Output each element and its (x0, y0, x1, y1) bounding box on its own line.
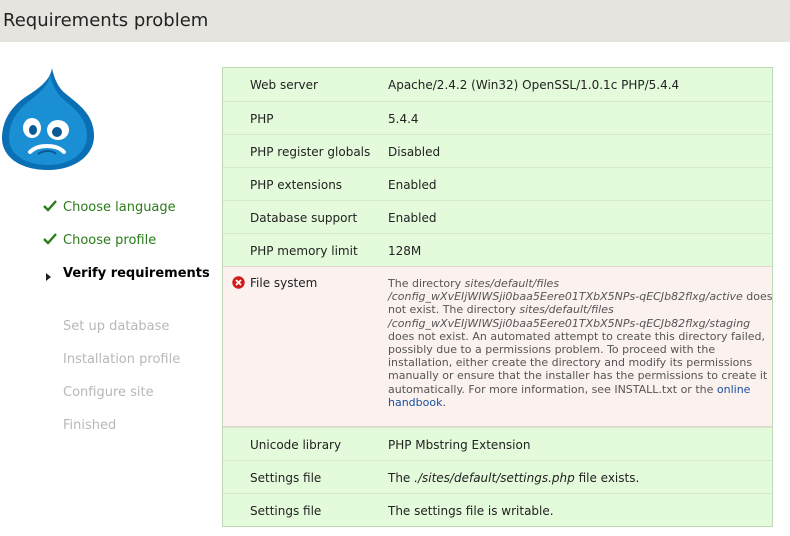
step-set-up-database: Set up database (42, 317, 212, 350)
requirements-table: Web server Apache/2.4.2 (Win32) OpenSSL/… (222, 67, 773, 527)
row-label: Settings file (250, 471, 322, 485)
step-installation-profile: Installation profile (42, 350, 212, 383)
settings-path: ./sites/default/settings.php (414, 471, 575, 485)
row-label: Unicode library (250, 438, 342, 452)
table-row: PHP extensions Enabled (223, 167, 772, 200)
install-steps: Choose language Choose profile Verify re… (42, 198, 212, 449)
step-configure-site: Configure site (42, 383, 212, 416)
error-message: The directory sites/default/files /confi… (388, 277, 773, 409)
check-icon (43, 233, 57, 245)
table-row: Database support Enabled (223, 200, 772, 233)
arrow-icon (46, 273, 51, 281)
row-value: PHP Mbstring Extension (388, 438, 531, 452)
row-value: The ./sites/default/settings.php file ex… (388, 471, 640, 485)
step-label: Set up database (63, 319, 170, 334)
step-choose-language: Choose language (42, 198, 212, 231)
table-row: PHP memory limit 128M (223, 233, 772, 266)
row-label: PHP extensions (250, 178, 343, 192)
table-row: Settings file The ./sites/default/settin… (223, 460, 772, 493)
step-label: Choose profile (63, 233, 157, 248)
row-value: Enabled (388, 211, 437, 225)
step-label: Installation profile (63, 352, 181, 367)
error-icon (232, 276, 245, 289)
step-verify-requirements: Verify requirements (42, 264, 212, 317)
table-row: PHP 5.4.4 (223, 101, 772, 134)
row-label: Database support (250, 211, 358, 225)
step-label: Finished (63, 418, 117, 433)
row-value: Apache/2.4.2 (Win32) OpenSSL/1.0.1c PHP/… (388, 78, 680, 92)
step-label: Configure site (63, 385, 154, 400)
row-value: The settings file is writable. (388, 504, 554, 518)
table-row: Web server Apache/2.4.2 (Win32) OpenSSL/… (223, 68, 772, 101)
row-label: PHP memory limit (250, 244, 358, 258)
table-row: Unicode library PHP Mbstring Extension (223, 427, 772, 460)
step-label: Verify requirements (63, 266, 210, 281)
drupal-logo (2, 68, 94, 170)
page-title: Requirements problem (3, 10, 209, 31)
step-choose-profile: Choose profile (42, 231, 212, 264)
row-value: Enabled (388, 178, 437, 192)
row-label: Web server (250, 78, 318, 92)
row-label: PHP register globals (250, 145, 371, 159)
row-label: Settings file (250, 504, 322, 518)
check-icon (43, 200, 57, 212)
table-row: PHP register globals Disabled (223, 134, 772, 167)
row-label: PHP (250, 112, 274, 126)
row-value: Disabled (388, 145, 441, 159)
row-value: 5.4.4 (388, 112, 419, 126)
row-label: File system (250, 276, 318, 290)
row-value: 128M (388, 244, 422, 258)
step-finished: Finished (42, 416, 212, 449)
table-row: Settings file The settings file is writa… (223, 493, 772, 526)
step-label: Choose language (63, 200, 176, 215)
table-row-error: File system The directory sites/default/… (223, 266, 773, 427)
page-header: Requirements problem (0, 0, 790, 42)
